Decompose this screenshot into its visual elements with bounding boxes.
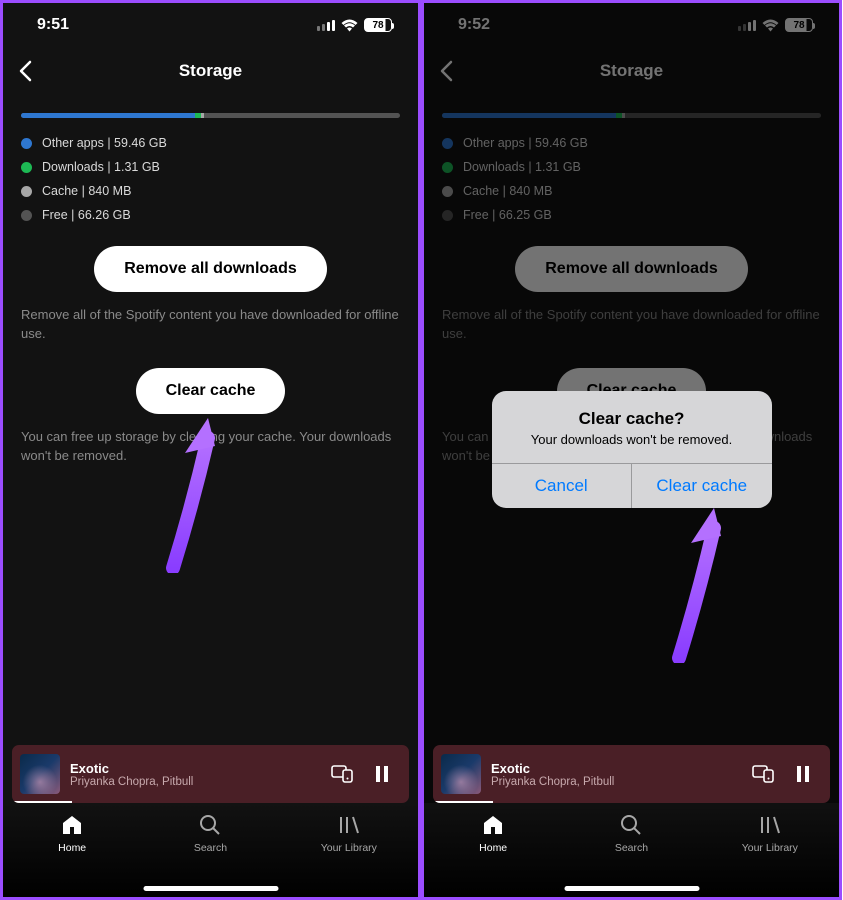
nav-home[interactable]: Home — [32, 813, 112, 897]
storage-bar — [442, 113, 821, 118]
bar-other — [442, 113, 616, 118]
now-playing-meta: Exotic Priyanka Chopra, Pitbull — [70, 761, 317, 788]
bar-cache — [201, 113, 204, 118]
dot-icon — [442, 186, 453, 197]
battery-icon: 78 — [364, 18, 392, 32]
dialog-message: Your downloads won't be removed. — [506, 432, 758, 447]
clear-cache-help: You can free up storage by clearing your… — [3, 428, 418, 466]
search-icon — [198, 813, 222, 837]
nav-library[interactable]: Your Library — [730, 813, 810, 897]
legend-cache: Cache | 840 MB — [21, 184, 400, 198]
clear-cache-button[interactable]: Clear cache — [136, 368, 286, 414]
phone-right: 9:52 78 Storage Other apps | 59.46 GB Do… — [421, 0, 842, 900]
home-icon — [60, 813, 84, 837]
dialog-confirm-button[interactable]: Clear cache — [632, 464, 772, 508]
status-bar: 9:51 78 — [3, 3, 418, 47]
dot-icon — [442, 138, 453, 149]
back-button[interactable] — [3, 49, 47, 93]
home-indicator — [143, 886, 278, 891]
dot-icon — [21, 210, 32, 221]
page-title: Storage — [3, 61, 418, 81]
album-art — [20, 754, 60, 794]
status-bar: 9:52 78 — [424, 3, 839, 47]
page-title: Storage — [424, 61, 839, 81]
cellular-icon — [317, 20, 335, 31]
status-time: 9:52 — [458, 16, 490, 34]
bottom-nav: Home Search Your Library — [3, 803, 418, 897]
annotation-arrow — [624, 503, 784, 663]
phone-left: 9:51 78 Storage Other apps | 59.46 GB Do… — [0, 0, 421, 900]
storage-section: Other apps | 59.46 GB Downloads | 1.31 G… — [424, 95, 839, 222]
storage-legend: Other apps | 59.46 GB Downloads | 1.31 G… — [442, 136, 821, 222]
back-button[interactable] — [424, 49, 468, 93]
storage-legend: Other apps | 59.46 GB Downloads | 1.31 G… — [21, 136, 400, 222]
legend-downloads: Downloads | 1.31 GB — [442, 160, 821, 174]
dot-icon — [21, 138, 32, 149]
cellular-icon — [738, 20, 756, 31]
legend-other: Other apps | 59.46 GB — [442, 136, 821, 150]
header: Storage — [3, 47, 418, 95]
track-artist: Priyanka Chopra, Pitbull — [70, 776, 317, 788]
library-icon — [337, 813, 361, 837]
clear-cache-dialog: Clear cache? Your downloads won't be rem… — [492, 391, 772, 508]
track-title: Exotic — [491, 761, 738, 776]
wifi-icon — [341, 19, 358, 32]
legend-downloads: Downloads | 1.31 GB — [21, 160, 400, 174]
remove-downloads-button[interactable]: Remove all downloads — [94, 246, 326, 292]
status-right: 78 — [738, 18, 813, 32]
dot-icon — [442, 210, 453, 221]
dot-icon — [442, 162, 453, 173]
nav-home[interactable]: Home — [453, 813, 533, 897]
nav-search[interactable]: Search — [591, 813, 671, 897]
track-artist: Priyanka Chopra, Pitbull — [491, 776, 738, 788]
pause-button[interactable] — [788, 766, 818, 782]
remove-downloads-help: Remove all of the Spotify content you ha… — [424, 306, 839, 344]
status-time: 9:51 — [37, 16, 69, 34]
now-playing-bar[interactable]: Exotic Priyanka Chopra, Pitbull — [433, 745, 830, 803]
dot-icon — [21, 186, 32, 197]
storage-bar — [21, 113, 400, 118]
legend-free: Free | 66.25 GB — [442, 208, 821, 222]
library-icon — [758, 813, 782, 837]
dialog-cancel-button[interactable]: Cancel — [492, 464, 633, 508]
wifi-icon — [762, 19, 779, 32]
legend-other: Other apps | 59.46 GB — [21, 136, 400, 150]
status-right: 78 — [317, 18, 392, 32]
legend-free: Free | 66.26 GB — [21, 208, 400, 222]
battery-icon: 78 — [785, 18, 813, 32]
home-icon — [481, 813, 505, 837]
now-playing-bar[interactable]: Exotic Priyanka Chopra, Pitbull — [12, 745, 409, 803]
nav-search[interactable]: Search — [170, 813, 250, 897]
track-title: Exotic — [70, 761, 317, 776]
nav-library[interactable]: Your Library — [309, 813, 389, 897]
dot-icon — [21, 162, 32, 173]
bar-cache — [622, 113, 625, 118]
connect-device-icon[interactable] — [748, 765, 778, 783]
header: Storage — [424, 47, 839, 95]
storage-section: Other apps | 59.46 GB Downloads | 1.31 G… — [3, 95, 418, 222]
search-icon — [619, 813, 643, 837]
now-playing-meta: Exotic Priyanka Chopra, Pitbull — [491, 761, 738, 788]
remove-downloads-help: Remove all of the Spotify content you ha… — [3, 306, 418, 344]
bottom-nav: Home Search Your Library — [424, 803, 839, 897]
remove-downloads-button[interactable]: Remove all downloads — [515, 246, 747, 292]
legend-cache: Cache | 840 MB — [442, 184, 821, 198]
dialog-title: Clear cache? — [506, 409, 758, 429]
home-indicator — [564, 886, 699, 891]
connect-device-icon[interactable] — [327, 765, 357, 783]
bar-other — [21, 113, 195, 118]
album-art — [441, 754, 481, 794]
pause-button[interactable] — [367, 766, 397, 782]
